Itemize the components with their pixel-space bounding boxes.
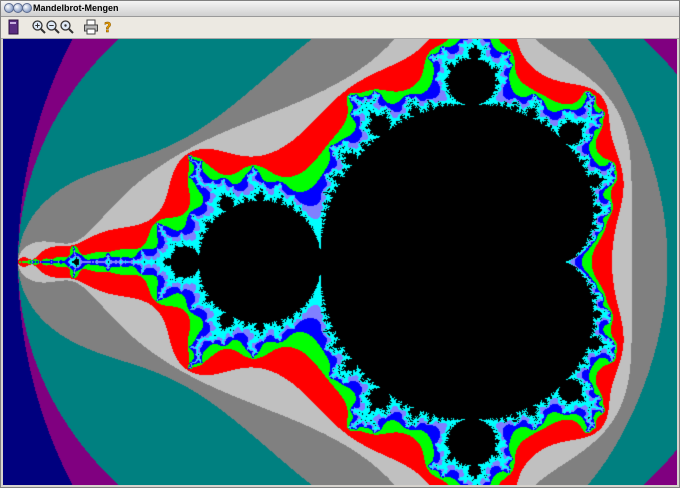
app-window: Mandelbrot-Mengen ? (0, 0, 680, 488)
fractal-view[interactable] (3, 39, 677, 485)
window-title: Mandelbrot-Mengen (33, 3, 119, 13)
help-icon[interactable]: ? (102, 19, 118, 35)
book-icon[interactable] (7, 19, 23, 35)
print-icon[interactable] (83, 19, 99, 35)
mandelbrot-canvas[interactable] (3, 39, 677, 485)
toolbar: ? (1, 17, 679, 39)
title-bar[interactable]: Mandelbrot-Mengen (1, 1, 679, 17)
zoom-reset-icon[interactable] (59, 19, 75, 35)
maximize-icon[interactable] (22, 3, 32, 13)
svg-text:?: ? (104, 21, 112, 35)
